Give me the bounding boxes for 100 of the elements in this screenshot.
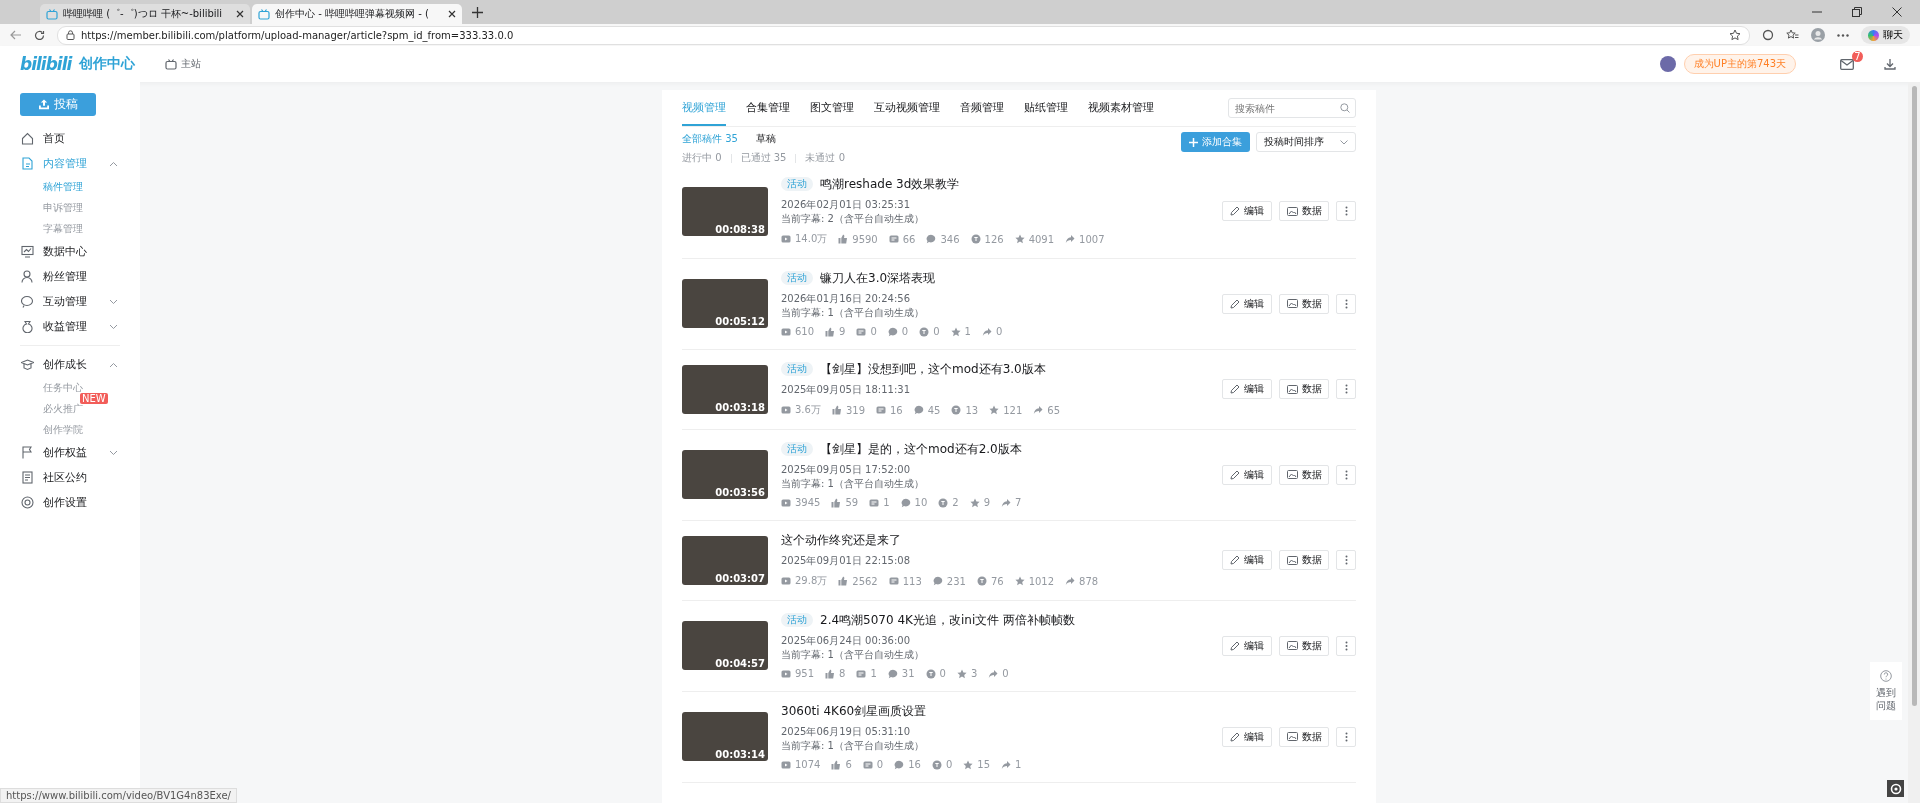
extension-icon[interactable]	[1762, 29, 1774, 41]
data-button[interactable]: 数据	[1279, 726, 1329, 747]
stat-value: 29.8万	[795, 574, 828, 588]
subtitle-info: 当前字幕: 1（含平台自动生成）	[781, 306, 925, 320]
edit-button[interactable]: 编辑	[1222, 464, 1272, 485]
comment-icon	[887, 668, 898, 679]
data-button[interactable]: 数据	[1279, 464, 1329, 485]
edit-button[interactable]: 编辑	[1222, 635, 1272, 656]
activity-tag: 活动	[781, 362, 813, 376]
video-thumbnail[interactable]: 00:03:07	[682, 535, 768, 585]
video-title[interactable]: 这个动作终究还是来了	[781, 531, 901, 549]
sidebar-item[interactable]: 收益管理	[0, 314, 140, 339]
tab[interactable]: 互动视频管理	[874, 90, 940, 126]
sidebar-item[interactable]: 首页	[0, 126, 140, 151]
data-button[interactable]: 数据	[1279, 550, 1329, 570]
video-thumbnail[interactable]: 00:03:18	[682, 364, 768, 414]
home-link[interactable]: 主站	[165, 57, 202, 71]
video-thumbnail[interactable]: 00:03:14	[682, 712, 768, 761]
subtab[interactable]: 草稿	[755, 132, 776, 146]
subtitle-info: 当前字幕: 1（含平台自动生成）	[781, 477, 925, 491]
video-title[interactable]: 【剑星】是的，这个mod还有2.0版本	[820, 440, 1022, 458]
star-icon[interactable]	[1729, 29, 1741, 41]
browser-tab[interactable]: 哔哩哔哩 (゜-゜)つロ 干杯~-bilibili	[40, 4, 250, 24]
chat-button[interactable]: 聊天	[1861, 26, 1910, 44]
sidebar-item[interactable]: 数据中心	[0, 239, 140, 264]
danmaku-icon	[862, 759, 873, 770]
help-button[interactable]: 遇到问题	[1870, 662, 1902, 720]
data-button[interactable]: 数据	[1279, 379, 1329, 399]
video-duration: 00:05:12	[715, 316, 765, 327]
edit-button[interactable]: 编辑	[1222, 379, 1272, 399]
edit-button[interactable]: 编辑	[1222, 201, 1272, 221]
star-icon	[950, 326, 961, 337]
data-button[interactable]: 数据	[1279, 201, 1329, 221]
upload-date: 2026年01月16日 20:24:56	[781, 292, 911, 306]
subtitle-info: 当前字幕: 1（含平台自动生成）	[781, 739, 925, 753]
document-icon	[21, 157, 34, 170]
sidebar-item[interactable]: 粉丝管理	[0, 264, 140, 289]
close-icon[interactable]	[1892, 7, 1902, 17]
browser-tab[interactable]: 创作中心 - 哔哩哔哩弹幕视频网 - (	[252, 4, 462, 24]
sidebar-item[interactable]: 创作设置	[0, 490, 140, 515]
sidebar-item[interactable]: 创作成长	[0, 352, 140, 377]
sort-dropdown[interactable]: 投稿时间排序	[1256, 132, 1356, 152]
tab[interactable]: 合集管理	[746, 90, 790, 126]
video-thumbnail[interactable]: 00:05:12	[682, 279, 768, 328]
tab[interactable]: 视频素材管理	[1088, 90, 1154, 126]
stat-value: 7	[1015, 497, 1022, 508]
tab[interactable]: 音频管理	[960, 90, 1004, 126]
video-thumbnail[interactable]: 00:08:38	[682, 186, 768, 236]
tab[interactable]: 图文管理	[810, 90, 854, 126]
video-thumbnail[interactable]: 00:03:56	[682, 450, 768, 499]
stat-value: 0	[870, 326, 877, 337]
edit-button[interactable]: 编辑	[1222, 726, 1272, 747]
close-icon[interactable]	[236, 10, 244, 18]
activity-tag: 活动	[781, 442, 813, 456]
upload-date: 2025年09月05日 18:11:31	[781, 383, 911, 397]
address-bar[interactable]: https://member.bilibili.com/platform/upload-manager/article?spm_id_from=333.33.0.0	[57, 25, 1750, 45]
video-title[interactable]: 【剑星】没想到吧，这个mod还有3.0版本	[820, 360, 1046, 378]
more-icon	[1344, 206, 1348, 216]
stat-value: 610	[795, 326, 815, 337]
mail-icon[interactable]	[1840, 58, 1854, 70]
sidebar-item[interactable]: 社区公约	[0, 465, 140, 490]
star-icon	[969, 497, 980, 508]
tab[interactable]: 贴纸管理	[1024, 90, 1068, 126]
download-icon[interactable]	[1884, 58, 1896, 70]
reload-icon[interactable]	[34, 29, 45, 41]
close-icon[interactable]	[448, 10, 456, 18]
more-icon	[1344, 469, 1348, 480]
settings-button[interactable]	[1887, 780, 1904, 797]
sidebar-item[interactable]: 创作权益	[0, 440, 140, 465]
video-title[interactable]: 2.4鸣潮5070 4K光追，改ini文件 两倍补帧帧数	[820, 611, 1076, 629]
comment-icon	[887, 326, 898, 337]
comment-icon	[900, 497, 911, 508]
stat-value: 2562	[852, 575, 878, 587]
upload-date: 2025年06月19日 05:31:10	[781, 725, 911, 739]
edit-button[interactable]: 编辑	[1222, 293, 1272, 314]
chevron-down-icon	[1340, 139, 1348, 145]
video-thumbnail[interactable]: 00:04:57	[682, 621, 768, 670]
data-button[interactable]: 数据	[1279, 635, 1329, 656]
favorites-icon[interactable]	[1786, 29, 1799, 41]
video-title[interactable]: 鸣潮reshade 3d效果教学	[820, 175, 960, 193]
edit-button[interactable]: 编辑	[1222, 550, 1272, 570]
comment-icon	[926, 234, 937, 244]
back-arrow-icon[interactable]	[10, 30, 22, 40]
new-tab-icon[interactable]	[472, 6, 483, 18]
danmaku-icon	[856, 668, 867, 679]
like-icon	[831, 405, 842, 415]
video-title[interactable]: 镰刀人在3.0深塔表现	[820, 269, 936, 287]
stat-value: 126	[984, 233, 1004, 245]
upload-date: 2025年06月24日 00:36:00	[781, 634, 911, 648]
plus-icon	[1189, 137, 1198, 147]
star-icon	[1014, 234, 1025, 244]
video-title[interactable]: 3060ti 4K60剑星画质设置	[781, 702, 927, 720]
search-field[interactable]: 搜索稿件	[1228, 98, 1356, 118]
data-button[interactable]: 数据	[1279, 293, 1329, 314]
restore-icon[interactable]	[1852, 7, 1862, 17]
like-icon	[838, 576, 849, 586]
scrollbar[interactable]	[1908, 82, 1920, 803]
sidebar-item[interactable]: 互动管理	[0, 289, 140, 314]
more-icon[interactable]	[1837, 33, 1849, 37]
avatar[interactable]	[1659, 56, 1676, 72]
